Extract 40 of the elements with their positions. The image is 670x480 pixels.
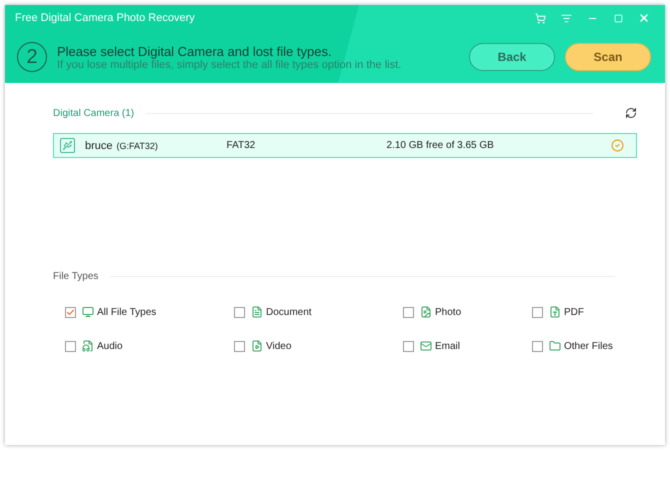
- file-type-icon: [549, 306, 561, 318]
- file-type-label: Audio: [97, 340, 123, 352]
- file-type-label: PDF: [564, 306, 584, 318]
- step-number: 2: [17, 42, 47, 72]
- file-type-icon: [251, 306, 263, 318]
- checkbox[interactable]: [403, 340, 414, 352]
- file-type-icon: [549, 340, 561, 352]
- device-filesystem: FAT32: [226, 140, 256, 151]
- file-type-label: Other Files: [564, 340, 613, 352]
- file-type-label: Photo: [435, 306, 462, 318]
- file-type-label: Email: [435, 340, 460, 352]
- file-type-label: All File Types: [97, 306, 156, 318]
- device-row[interactable]: bruce (G:FAT32) FAT32 2.10 GB free of 3.65 GB: [53, 133, 637, 158]
- file-type-label: Document: [266, 306, 312, 318]
- device-space: 2.10 GB free of 3.65 GB: [386, 140, 495, 151]
- checkbox[interactable]: [234, 340, 245, 352]
- checkbox[interactable]: [532, 306, 543, 318]
- section-title: Digital Camera (1): [53, 108, 134, 118]
- file-type-icon: [420, 306, 432, 318]
- checkbox[interactable]: [234, 306, 245, 318]
- checkbox[interactable]: [403, 306, 414, 318]
- scan-button[interactable]: Scan: [565, 43, 651, 71]
- file-type-label: Video: [266, 340, 292, 352]
- step-subtitle: If you lose multiple files, simply select the all file types option in the list.: [57, 58, 402, 70]
- checkbox[interactable]: [65, 306, 76, 318]
- device-drive: (G:FAT32): [116, 140, 159, 150]
- usb-icon: [60, 138, 75, 153]
- checkbox[interactable]: [65, 340, 76, 352]
- file-type-icon: [82, 306, 94, 318]
- device-name: bruce: [85, 140, 113, 152]
- file-type-icon: [251, 340, 263, 352]
- checkbox[interactable]: [532, 340, 543, 352]
- file-type-icon: [82, 340, 94, 352]
- step-title: Please select Digital Camera and lost file types.: [57, 44, 333, 58]
- refresh-icon[interactable]: [625, 107, 637, 119]
- back-button[interactable]: Back: [469, 43, 555, 71]
- section-title: File Types: [53, 270, 98, 282]
- check-icon: [611, 139, 624, 152]
- window-title: Free Digital Camera Photo Recovery: [15, 12, 196, 24]
- file-type-icon: [420, 340, 432, 352]
